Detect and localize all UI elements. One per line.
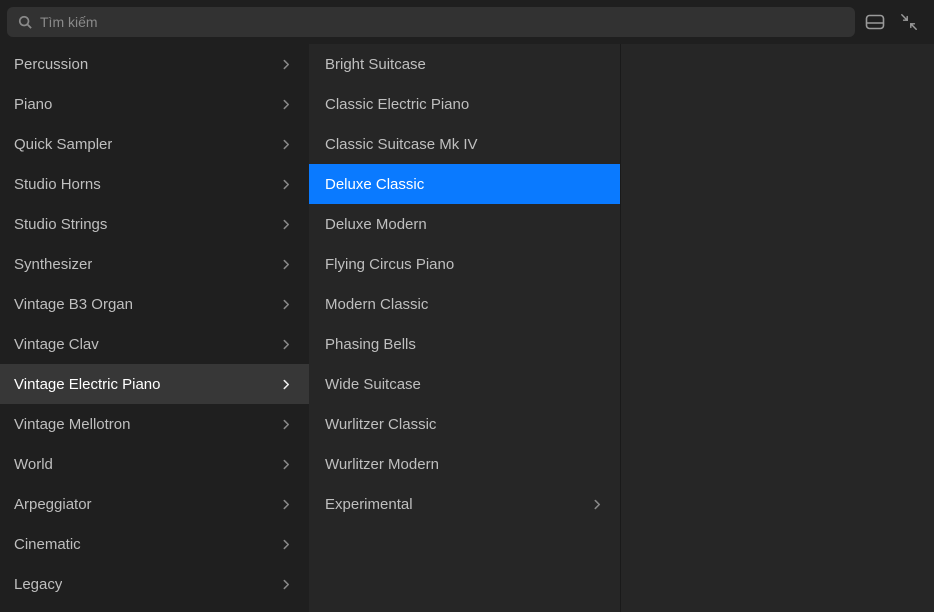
preset-item-label: Wurlitzer Classic xyxy=(325,416,436,433)
chevron-right-icon xyxy=(283,99,293,109)
category-item-world[interactable]: World xyxy=(0,444,309,484)
preset-item-bright-suitcase[interactable]: Bright Suitcase xyxy=(309,44,620,84)
preset-column: Bright Suitcase Classic Electric Piano Cla… xyxy=(309,44,620,612)
preset-item-label: Deluxe Modern xyxy=(325,216,427,233)
preset-item-label: Classic Suitcase Mk IV xyxy=(325,136,478,153)
chevron-right-icon xyxy=(283,179,293,189)
preset-item-label: Wide Suitcase xyxy=(325,376,421,393)
preset-item-modern-classic[interactable]: Modern Classic xyxy=(309,284,620,324)
search-icon xyxy=(17,15,32,30)
chevron-right-icon xyxy=(283,499,293,509)
top-bar xyxy=(0,0,934,44)
preset-item-deluxe-modern[interactable]: Deluxe Modern xyxy=(309,204,620,244)
preset-item-classic-electric-piano[interactable]: Classic Electric Piano xyxy=(309,84,620,124)
chevron-right-icon xyxy=(283,419,293,429)
category-item-label: World xyxy=(14,456,53,473)
chevron-right-icon xyxy=(283,219,293,229)
preset-item-experimental[interactable]: Experimental xyxy=(309,484,620,524)
category-item-vintage-b3-organ[interactable]: Vintage B3 Organ xyxy=(0,284,309,324)
category-item-vintage-mellotron[interactable]: Vintage Mellotron xyxy=(0,404,309,444)
category-item-label: Cinematic xyxy=(14,536,81,553)
columns-container: Percussion Piano Quick Sampler Studio Horns… xyxy=(0,44,934,612)
category-item-label: Percussion xyxy=(14,56,88,73)
chevron-right-icon xyxy=(283,539,293,549)
category-item-quick-sampler[interactable]: Quick Sampler xyxy=(0,124,309,164)
preset-item-label: Deluxe Classic xyxy=(325,176,424,193)
chevron-right-icon xyxy=(283,299,293,309)
category-item-label: Piano xyxy=(14,96,52,113)
chevron-right-icon xyxy=(283,59,293,69)
preset-item-flying-circus-piano[interactable]: Flying Circus Piano xyxy=(309,244,620,284)
category-item-label: Arpeggiator xyxy=(14,496,92,513)
chevron-right-icon xyxy=(283,259,293,269)
panel-icon[interactable] xyxy=(865,12,885,32)
category-column: Percussion Piano Quick Sampler Studio Horns… xyxy=(0,44,309,612)
search-input[interactable] xyxy=(40,14,845,30)
category-item-label: Studio Strings xyxy=(14,216,107,233)
preset-item-label: Modern Classic xyxy=(325,296,428,313)
preset-item-label: Experimental xyxy=(325,496,413,513)
category-item-studio-horns[interactable]: Studio Horns xyxy=(0,164,309,204)
category-item-vintage-clav[interactable]: Vintage Clav xyxy=(0,324,309,364)
category-item-label: Vintage B3 Organ xyxy=(14,296,133,313)
search-container[interactable] xyxy=(7,7,855,37)
category-item-studio-strings[interactable]: Studio Strings xyxy=(0,204,309,244)
preset-item-classic-suitcase-mk-iv[interactable]: Classic Suitcase Mk IV xyxy=(309,124,620,164)
chevron-right-icon xyxy=(283,459,293,469)
preset-item-wide-suitcase[interactable]: Wide Suitcase xyxy=(309,364,620,404)
category-item-label: Quick Sampler xyxy=(14,136,112,153)
chevron-right-icon xyxy=(283,379,293,389)
preset-item-phasing-bells[interactable]: Phasing Bells xyxy=(309,324,620,364)
category-item-label: Synthesizer xyxy=(14,256,92,273)
category-item-piano[interactable]: Piano xyxy=(0,84,309,124)
chevron-right-icon xyxy=(283,579,293,589)
category-item-cinematic[interactable]: Cinematic xyxy=(0,524,309,564)
preset-item-label: Classic Electric Piano xyxy=(325,96,469,113)
category-item-label: Vintage Electric Piano xyxy=(14,376,160,393)
preset-item-deluxe-classic[interactable]: Deluxe Classic xyxy=(309,164,620,204)
category-item-legacy[interactable]: Legacy xyxy=(0,564,309,604)
preset-item-wurlitzer-classic[interactable]: Wurlitzer Classic xyxy=(309,404,620,444)
collapse-icon[interactable] xyxy=(899,12,919,32)
preset-item-label: Wurlitzer Modern xyxy=(325,456,439,473)
category-item-label: Legacy xyxy=(14,576,62,593)
category-item-vintage-electric-piano[interactable]: Vintage Electric Piano xyxy=(0,364,309,404)
chevron-right-icon xyxy=(594,499,604,509)
category-item-label: Studio Horns xyxy=(14,176,101,193)
category-item-label: Vintage Mellotron xyxy=(14,416,130,433)
preset-item-label: Bright Suitcase xyxy=(325,56,426,73)
preset-item-label: Flying Circus Piano xyxy=(325,256,454,273)
chevron-right-icon xyxy=(283,339,293,349)
preset-item-wurlitzer-modern[interactable]: Wurlitzer Modern xyxy=(309,444,620,484)
category-item-synthesizer[interactable]: Synthesizer xyxy=(0,244,309,284)
category-item-label: Vintage Clav xyxy=(14,336,99,353)
preset-item-label: Phasing Bells xyxy=(325,336,416,353)
toolbar-icons xyxy=(865,12,927,32)
category-item-arpeggiator[interactable]: Arpeggiator xyxy=(0,484,309,524)
category-item-percussion[interactable]: Percussion xyxy=(0,44,309,84)
chevron-right-icon xyxy=(283,139,293,149)
detail-column xyxy=(620,44,934,612)
